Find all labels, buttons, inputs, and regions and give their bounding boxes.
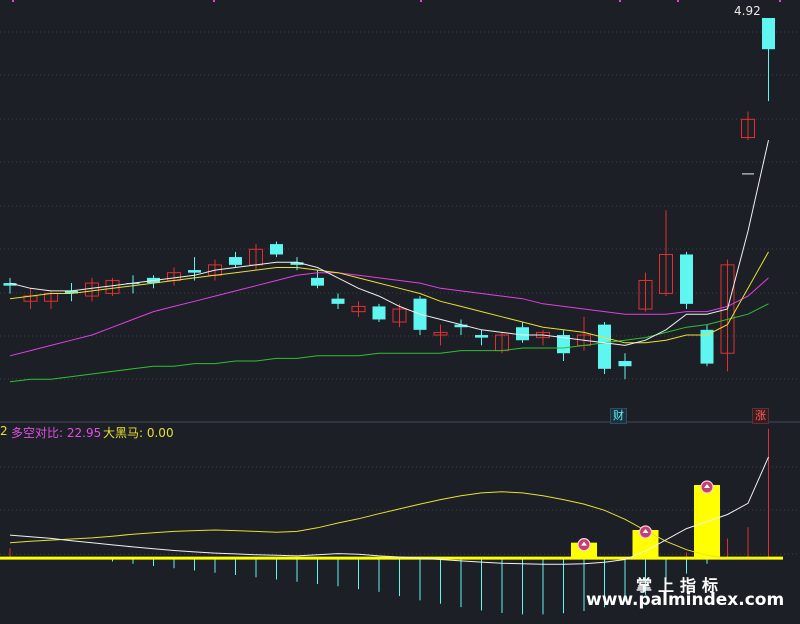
indicator-prefix: 2 <box>0 424 8 438</box>
candle-body <box>188 270 201 273</box>
candle-body <box>270 244 283 255</box>
ma-yellow-line <box>9 251 769 344</box>
top-marker <box>420 0 422 2</box>
candle-body <box>331 298 345 304</box>
top-marker <box>213 0 215 2</box>
star-circle-icon <box>638 525 653 539</box>
candle-body <box>618 361 632 367</box>
moving-average-lines <box>9 139 769 383</box>
top-marker <box>779 0 781 2</box>
last-price-label: 4.92 <box>734 4 761 18</box>
top-marker <box>12 0 14 2</box>
ma-green-line <box>9 303 769 383</box>
candle-body <box>680 254 693 304</box>
ma-magenta-line <box>9 272 769 357</box>
daheima-label: 大黑马: 0.00 <box>103 426 174 440</box>
chart-canvas <box>0 0 800 615</box>
candle-body <box>372 306 386 320</box>
duokong-label: 多空对比: 22.95 <box>11 426 102 440</box>
candle-body <box>598 324 611 369</box>
candle-body <box>516 327 529 341</box>
top-marker <box>619 0 621 2</box>
top-marker <box>677 0 679 2</box>
watermark-url: www.palmindex.com <box>586 590 785 610</box>
candle-body <box>229 257 242 265</box>
candle-body <box>311 277 324 286</box>
candle-body <box>762 17 775 50</box>
cai-badge: 财 <box>610 408 627 424</box>
star-circle-icon <box>700 480 714 494</box>
zhang-badge: 涨 <box>752 408 769 424</box>
candle-body <box>475 335 488 338</box>
star-circle-icon <box>577 538 591 552</box>
